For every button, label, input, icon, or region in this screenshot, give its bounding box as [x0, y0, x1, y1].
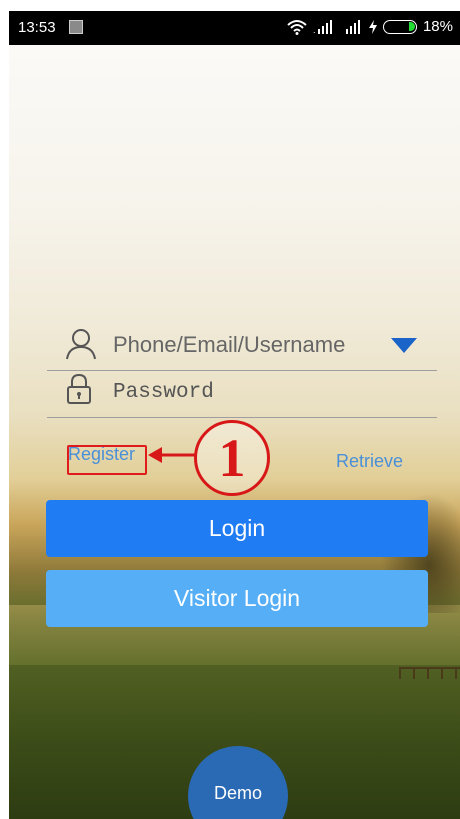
login-screen: Register 1 Retrieve Login Visitor Login … — [9, 45, 460, 819]
password-row — [47, 367, 437, 418]
wifi-icon — [287, 19, 307, 35]
signal-icon — [345, 19, 360, 34]
annotation-number: 1 — [194, 420, 270, 496]
signal-icon: . — [313, 19, 332, 35]
chevron-down-icon[interactable] — [391, 338, 417, 353]
login-button[interactable]: Login — [46, 500, 428, 557]
status-bar: 13:53 . 18% — [9, 11, 460, 45]
status-time: 13:53 — [18, 19, 56, 36]
battery-percent: 18% — [422, 18, 453, 35]
background-fence — [399, 667, 460, 681]
svg-text:.: . — [313, 25, 316, 35]
lock-icon — [67, 373, 91, 404]
user-icon — [66, 329, 96, 360]
username-row — [47, 320, 437, 371]
username-input[interactable] — [113, 330, 383, 360]
demo-button[interactable]: Demo — [188, 746, 288, 819]
status-icons: . 18% — [287, 18, 453, 35]
visitor-login-button[interactable]: Visitor Login — [46, 570, 428, 627]
gallery-icon — [69, 20, 83, 34]
battery-icon — [382, 19, 417, 34]
retrieve-link[interactable]: Retrieve — [336, 451, 403, 472]
password-input[interactable] — [113, 377, 383, 407]
charging-icon — [368, 19, 377, 34]
annotation-highlight-box — [67, 445, 147, 475]
annotation-arrow-icon — [148, 447, 195, 463]
